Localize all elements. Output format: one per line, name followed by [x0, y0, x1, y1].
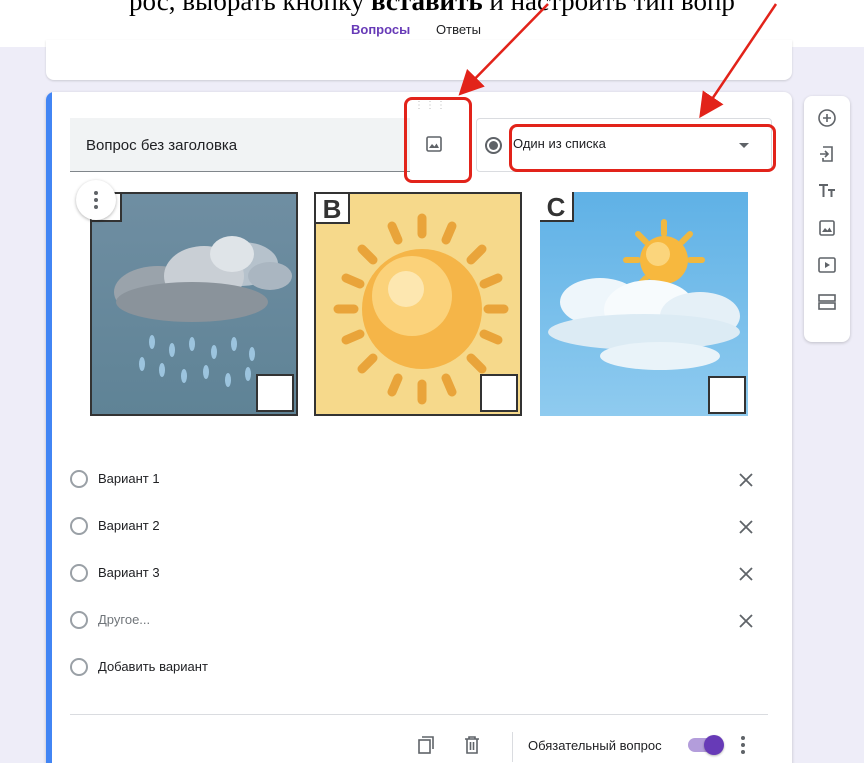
- question-title-field[interactable]: Вопрос без заголовка: [70, 118, 410, 172]
- question-card: ⋮⋮⋮ Вопрос без заголовка Один из списка: [46, 92, 792, 763]
- tab-questions[interactable]: Вопросы: [351, 22, 410, 37]
- radio-icon: [70, 517, 88, 535]
- answer-image-c[interactable]: C: [540, 192, 748, 416]
- add-video-icon[interactable]: [815, 253, 839, 277]
- add-image-icon[interactable]: [815, 216, 839, 240]
- option-label[interactable]: Вариант 3: [98, 565, 160, 580]
- required-toggle[interactable]: [688, 735, 724, 755]
- question-title: Вопрос без заголовка: [86, 137, 238, 154]
- radio-icon: [70, 564, 88, 582]
- add-section-icon[interactable]: [815, 290, 839, 314]
- option-row[interactable]: Вариант 1: [68, 468, 768, 492]
- option-row[interactable]: Вариант 3: [68, 562, 768, 586]
- tab-responses[interactable]: Ответы: [436, 22, 481, 37]
- image-button-highlight: [404, 97, 472, 183]
- image-checkbox: [480, 374, 518, 412]
- radio-icon: [70, 470, 88, 488]
- active-card-indicator: [46, 92, 52, 763]
- footer-separator: [512, 732, 513, 762]
- form-header-card: [46, 40, 792, 80]
- add-option-row[interactable]: Добавить вариант: [68, 656, 768, 680]
- add-question-icon[interactable]: [815, 106, 839, 130]
- image-letter-label: B: [316, 194, 350, 224]
- import-questions-icon[interactable]: [815, 142, 839, 166]
- radio-icon: [70, 611, 88, 629]
- radio-button-icon: [485, 137, 502, 154]
- radio-icon: [70, 658, 88, 676]
- answer-image-a[interactable]: [90, 192, 298, 416]
- footer-divider: [70, 714, 768, 715]
- image-checkbox: [256, 374, 294, 412]
- option-label[interactable]: Вариант 2: [98, 518, 160, 533]
- option-row-other[interactable]: Другое...: [68, 609, 768, 633]
- add-title-icon[interactable]: [815, 179, 839, 203]
- more-vert-icon[interactable]: [738, 734, 748, 756]
- toggle-knob: [704, 735, 724, 755]
- type-dropdown-highlight: [509, 124, 776, 172]
- more-vert-icon: [94, 191, 98, 209]
- duplicate-icon[interactable]: [416, 734, 438, 756]
- image-more-button[interactable]: [76, 180, 116, 220]
- option-other-label[interactable]: Другое...: [98, 612, 150, 627]
- add-option-label[interactable]: Добавить вариант: [98, 659, 208, 674]
- close-icon[interactable]: [736, 611, 756, 631]
- answer-image-b[interactable]: B: [314, 192, 522, 416]
- image-checkbox: [708, 376, 746, 414]
- side-toolbar: [804, 96, 850, 342]
- required-label: Обязательный вопрос: [528, 738, 662, 753]
- option-row[interactable]: Вариант 2: [68, 515, 768, 539]
- close-icon[interactable]: [736, 564, 756, 584]
- page-caption: рос, выбрать кнопку вставить и настроить…: [129, 0, 735, 16]
- option-label[interactable]: Вариант 1: [98, 471, 160, 486]
- close-icon[interactable]: [736, 470, 756, 490]
- delete-icon[interactable]: [462, 734, 482, 756]
- image-letter-label: C: [540, 192, 574, 222]
- close-icon[interactable]: [736, 517, 756, 537]
